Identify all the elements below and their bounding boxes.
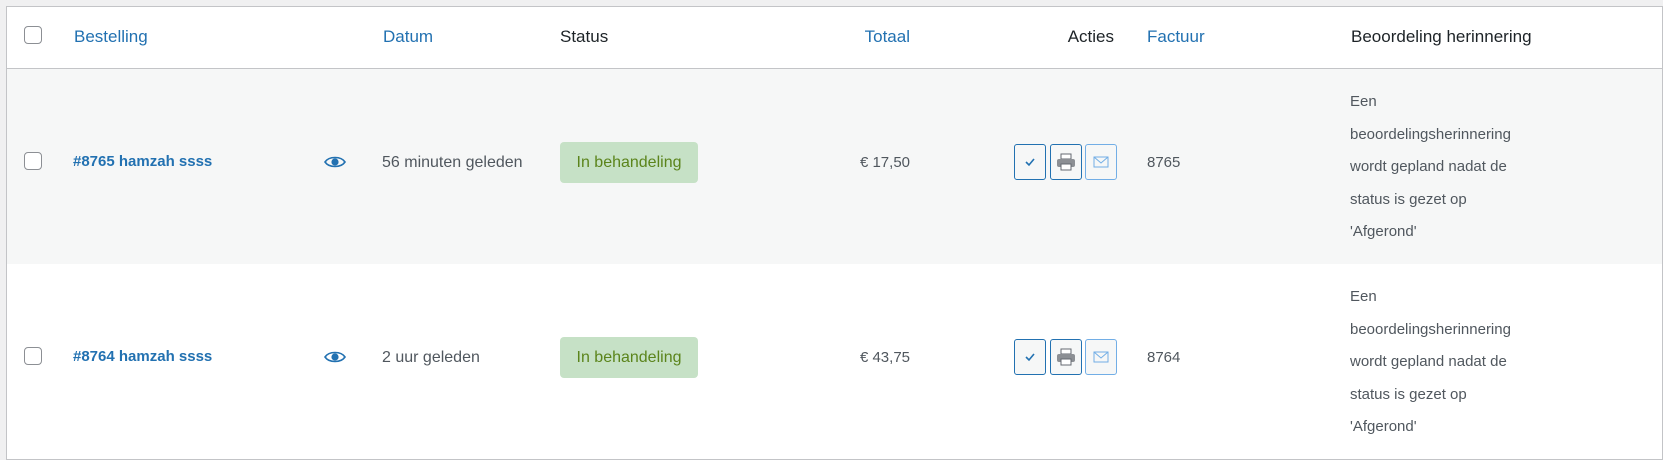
column-actions: Acties [1067, 27, 1114, 46]
order-link[interactable]: #8764 hamzah ssss [73, 348, 212, 365]
orders-table: Bestelling Datum Status Totaal Acties Fa… [6, 6, 1663, 460]
column-invoice[interactable]: Factuur [1147, 27, 1205, 47]
order-total: € 17,50 [859, 154, 910, 171]
order-date: 2 uur geleden [382, 349, 480, 366]
order-link[interactable]: #8765 hamzah ssss [73, 153, 212, 170]
row-checkbox[interactable] [24, 347, 42, 365]
eye-icon[interactable] [324, 155, 346, 174]
checkmark-icon [1025, 158, 1035, 167]
email-button[interactable] [1085, 339, 1117, 375]
complete-button[interactable] [1014, 339, 1046, 375]
column-date[interactable]: Datum [383, 27, 433, 47]
column-order[interactable]: Bestelling [74, 27, 148, 47]
printer-icon [1057, 153, 1075, 171]
table-header: Bestelling Datum Status Totaal Acties Fa… [7, 7, 1662, 69]
order-date: 56 minuten geleden [382, 154, 523, 171]
print-button[interactable] [1050, 144, 1082, 180]
row-checkbox[interactable] [24, 152, 42, 170]
column-status: Status [560, 27, 609, 46]
complete-button[interactable] [1014, 144, 1046, 180]
email-button[interactable] [1085, 144, 1117, 180]
eye-icon[interactable] [324, 350, 346, 369]
print-button[interactable] [1050, 339, 1082, 375]
status-badge: In behandeling [560, 337, 698, 378]
status-badge: In behandeling [560, 142, 698, 183]
envelope-icon [1093, 351, 1109, 363]
column-review: Beoordeling herinnering [1351, 27, 1532, 46]
review-reminder-text: Een beoordelingsherinnering wordt geplan… [1350, 288, 1511, 435]
table-row: #8765 hamzah ssss 56 minuten geleden In … [7, 69, 1662, 264]
table-row: #8764 hamzah ssss 2 uur geleden In behan… [7, 264, 1662, 459]
invoice-number: 8764 [1147, 349, 1181, 366]
review-reminder-text: Een beoordelingsherinnering wordt geplan… [1350, 93, 1511, 240]
select-all-checkbox[interactable] [24, 26, 42, 44]
checkmark-icon [1025, 353, 1035, 362]
envelope-icon [1093, 156, 1109, 168]
invoice-number: 8765 [1147, 154, 1181, 171]
order-total: € 43,75 [859, 349, 910, 366]
column-total[interactable]: Totaal [865, 27, 910, 47]
printer-icon [1057, 348, 1075, 366]
